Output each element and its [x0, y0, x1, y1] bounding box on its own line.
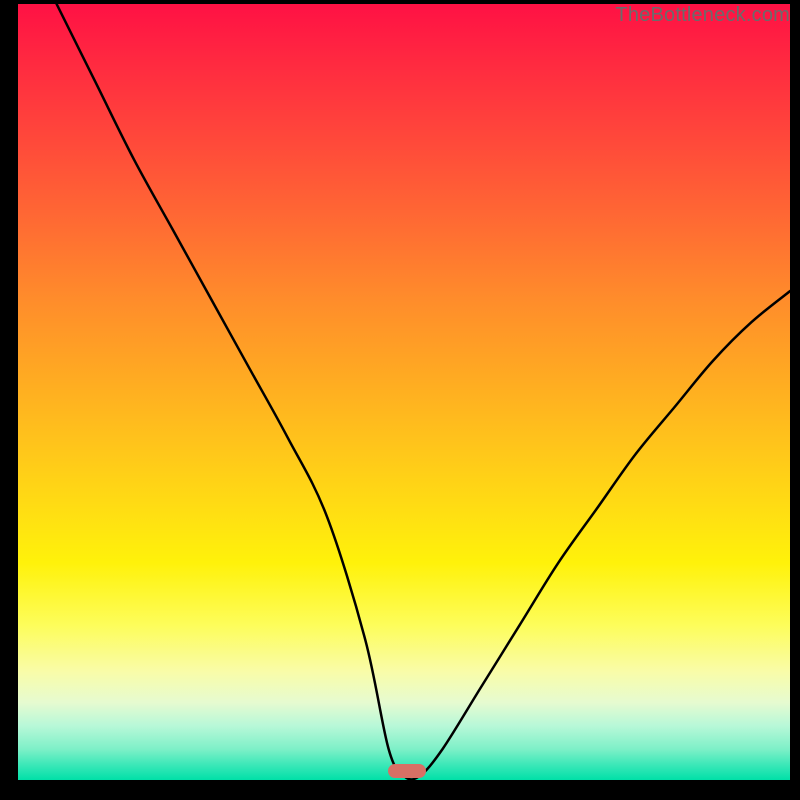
- plot-area: [18, 4, 790, 780]
- bottleneck-curve: [18, 4, 790, 780]
- watermark-text: TheBottleneck.com: [615, 4, 790, 27]
- optimal-marker: [388, 764, 426, 778]
